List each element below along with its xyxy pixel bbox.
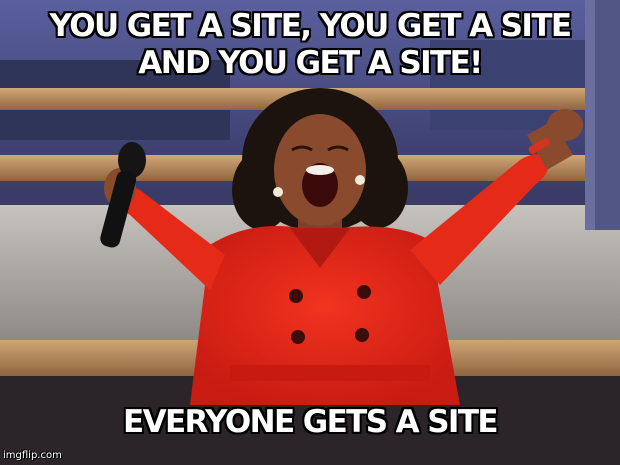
dress-button-2 [357, 285, 371, 299]
teeth [306, 165, 334, 175]
meme-top-caption: YOU GET A SITE, YOU GET A SITE AND YOU G… [49, 8, 573, 81]
earring-left [273, 187, 283, 197]
earring-right [355, 175, 365, 185]
dress-button-4 [355, 328, 369, 342]
meme-image: YOU GET A SITE, YOU GET A SITE AND YOU G… [0, 0, 620, 465]
watermark-text: imgflip.com [3, 450, 62, 461]
dress-button-3 [291, 330, 305, 344]
dress-belt [230, 365, 430, 381]
dress-button-1 [289, 289, 303, 303]
meme-bottom-caption: EVERYONE GETS A SITE [123, 404, 499, 440]
